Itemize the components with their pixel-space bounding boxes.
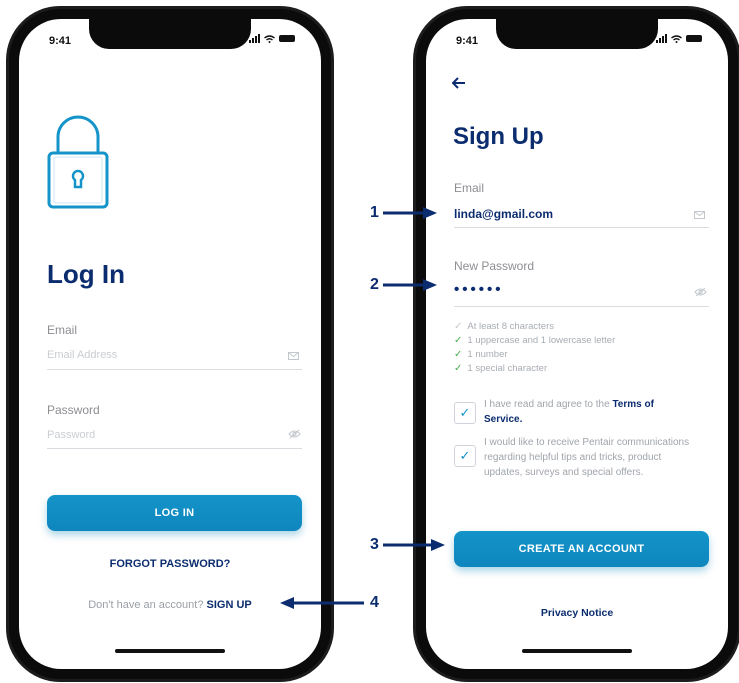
- email-underline: [47, 369, 302, 370]
- arrow-right-icon: [382, 207, 437, 219]
- callout-number: 1: [370, 204, 379, 221]
- status-icons: [656, 34, 702, 43]
- terms-text: I have read and agree to the Terms of Se…: [484, 397, 694, 427]
- requirement-text: At least 8 characters: [467, 321, 554, 332]
- arrow-left-icon: [280, 597, 364, 609]
- lock-icon: [47, 115, 109, 209]
- home-indicator: [115, 649, 225, 653]
- arrow-right-icon: [382, 539, 445, 551]
- email-input[interactable]: Email Address: [47, 349, 287, 361]
- callout-number: 2: [370, 276, 379, 293]
- mail-icon: [288, 352, 299, 360]
- sign-up-row: Don't have an account? SIGN UP: [19, 599, 321, 611]
- no-account-text: Don't have an account?: [88, 599, 204, 611]
- email-underline: [454, 227, 709, 228]
- requirement-item: ✓ 1 special character: [454, 363, 547, 374]
- requirement-text: 1 special character: [467, 363, 548, 374]
- battery-icon: [686, 35, 702, 42]
- privacy-notice-link[interactable]: Privacy Notice: [426, 607, 728, 619]
- forgot-password-link[interactable]: FORGOT PASSWORD?: [19, 558, 321, 570]
- callout-3: 3: [370, 536, 447, 554]
- signal-icon: [656, 34, 667, 43]
- password-input[interactable]: Password: [47, 429, 287, 441]
- marketing-text: I would like to receive Pentair communic…: [484, 437, 690, 478]
- status-time: 9:41: [456, 35, 479, 47]
- password-underline: [47, 448, 302, 449]
- requirement-text: 1 uppercase and 1 lowercase letter: [467, 335, 616, 346]
- callout-1: 1: [370, 204, 439, 222]
- terms-prefix: I have read and agree to the: [484, 399, 610, 410]
- callout-4: 4: [278, 594, 379, 612]
- battery-icon: [279, 35, 295, 42]
- home-indicator: [522, 649, 632, 653]
- terms-checkbox[interactable]: ✓: [454, 402, 476, 424]
- requirement-item: ✓ At least 8 characters: [454, 321, 554, 332]
- page-title: Sign Up: [453, 123, 544, 150]
- status-icons: [249, 34, 295, 43]
- eye-off-icon[interactable]: [694, 287, 707, 297]
- login-screen: 9:41 Log In Email Email Address Password…: [19, 19, 321, 669]
- email-label: Email: [454, 181, 485, 195]
- wifi-icon: [264, 34, 275, 43]
- back-arrow-icon[interactable]: [452, 77, 466, 89]
- checkmark-icon: ✓: [454, 363, 463, 374]
- login-phone: 9:41 Log In Email Email Address Password…: [6, 6, 334, 682]
- notch: [89, 19, 251, 49]
- password-label: Password: [47, 403, 100, 417]
- checkmark-icon: ✓: [454, 335, 463, 346]
- email-input[interactable]: linda@gmail.com: [454, 207, 674, 221]
- checkmark-icon: ✓: [454, 321, 463, 332]
- create-account-button[interactable]: CREATE AN ACCOUNT: [454, 531, 709, 567]
- checkmark-icon: ✓: [459, 405, 471, 420]
- requirement-item: ✓ 1 number: [454, 349, 508, 360]
- callout-number: 4: [370, 594, 379, 611]
- marketing-checkbox[interactable]: ✓: [454, 445, 476, 467]
- requirement-item: ✓ 1 uppercase and 1 lowercase letter: [454, 335, 615, 346]
- status-time: 9:41: [49, 35, 72, 47]
- notch: [496, 19, 658, 49]
- callout-2: 2: [370, 276, 439, 294]
- page-title: Log In: [47, 259, 125, 289]
- sign-up-link[interactable]: SIGN UP: [207, 599, 252, 611]
- password-input[interactable]: ••••••: [454, 281, 654, 298]
- login-button[interactable]: LOG IN: [47, 495, 302, 531]
- callout-number: 3: [370, 536, 379, 553]
- arrow-right-icon: [382, 279, 437, 291]
- eye-off-icon[interactable]: [288, 429, 301, 439]
- signup-screen: 9:41 Sign Up Email linda@gmail.com New P…: [426, 19, 728, 669]
- email-label: Email: [47, 323, 78, 337]
- mail-icon: [694, 211, 705, 219]
- wifi-icon: [671, 34, 682, 43]
- signal-icon: [249, 34, 260, 43]
- password-underline: [454, 306, 709, 307]
- checkmark-icon: ✓: [459, 448, 471, 463]
- checkmark-icon: ✓: [454, 349, 463, 360]
- signup-phone: 9:41 Sign Up Email linda@gmail.com New P…: [413, 6, 739, 682]
- requirement-text: 1 number: [467, 349, 508, 360]
- password-label: New Password: [454, 259, 535, 273]
